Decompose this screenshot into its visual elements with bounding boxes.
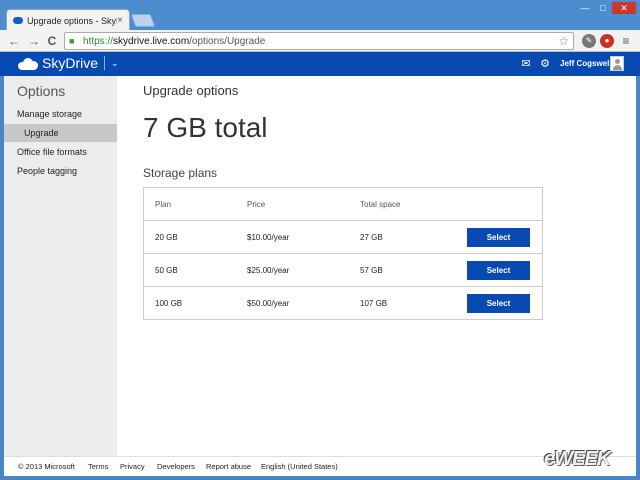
minimize-button[interactable]: — <box>577 2 593 14</box>
page-body: Options Manage storage Upgrade Office fi… <box>4 76 636 456</box>
sidebar-item-office-file-formats[interactable]: Office file formats <box>4 143 117 161</box>
brand-name: SkyDrive <box>42 55 99 71</box>
adblock-icon[interactable]: ● <box>600 34 614 48</box>
plan-size: 100 GB <box>155 299 183 308</box>
sidebar-item-upgrade[interactable]: Upgrade <box>4 124 117 142</box>
tab-title: Upgrade options - SkyDrive <box>27 15 117 26</box>
browser-chrome: Upgrade options - SkyDrive × — □ ✕ ← → C… <box>0 0 640 52</box>
select-plan-button[interactable]: Select <box>467 294 530 313</box>
messages-icon[interactable]: ✉ <box>519 57 533 71</box>
back-icon[interactable]: ← <box>6 33 22 49</box>
plan-price: $50.00/year <box>247 299 290 308</box>
footer-link-language[interactable]: English (United States) <box>261 462 338 471</box>
sidebar: Options Manage storage Upgrade Office fi… <box>4 76 117 456</box>
storage-plans-table: Plan Price Total space 20 GB $10.00/year… <box>143 187 543 320</box>
skydrive-cloud-icon <box>13 17 23 24</box>
brand-link[interactable]: SkyDrive ⌄ <box>18 55 119 71</box>
table-row: 20 GB $10.00/year 27 GB Select <box>144 221 542 254</box>
app-header: SkyDrive ⌄ ✉ ⚙ Jeff Cogswell <box>0 52 640 76</box>
footer-link-terms[interactable]: Terms <box>88 462 108 471</box>
select-plan-button[interactable]: Select <box>467 261 530 280</box>
plan-total-space: 57 GB <box>360 266 383 275</box>
gear-icon[interactable]: ⚙ <box>538 57 552 71</box>
plan-total-space: 107 GB <box>360 299 388 308</box>
close-window-button[interactable]: ✕ <box>612 2 636 14</box>
footer-link-report-abuse[interactable]: Report abuse <box>206 462 251 471</box>
column-header-plan: Plan <box>155 200 172 209</box>
plan-total-space: 27 GB <box>360 233 383 242</box>
extension-icon[interactable]: ✎ <box>582 34 596 48</box>
select-plan-button[interactable]: Select <box>467 228 530 247</box>
url-text: https://skydrive.live.com/options/Upgrad… <box>83 35 266 47</box>
address-bar[interactable]: ■ https://skydrive.live.com/options/Upgr… <box>64 32 574 50</box>
footer-link-developers[interactable]: Developers <box>157 462 195 471</box>
sidebar-title: Options <box>17 83 66 99</box>
sidebar-item-manage-storage[interactable]: Manage storage <box>4 105 117 123</box>
page-title: Upgrade options <box>143 83 239 98</box>
reload-icon[interactable]: C <box>44 33 60 49</box>
page-footer: © 2013 Microsoft Terms Privacy Developer… <box>4 456 636 476</box>
window-bottom-edge <box>0 476 640 480</box>
plans-heading: Storage plans <box>143 166 218 180</box>
chevron-down-icon[interactable]: ⌄ <box>111 58 119 69</box>
sidebar-item-people-tagging[interactable]: People tagging <box>4 162 117 180</box>
browser-menu-icon[interactable]: ≡ <box>618 33 634 49</box>
table-row: 100 GB $50.00/year 107 GB Select <box>144 287 542 320</box>
forward-icon[interactable]: → <box>26 33 42 49</box>
plan-size: 20 GB <box>155 233 178 242</box>
cloud-logo-icon <box>18 56 38 70</box>
plan-price: $10.00/year <box>247 233 290 242</box>
lock-icon: ■ <box>69 36 75 46</box>
brand-divider <box>104 56 106 70</box>
plan-size: 50 GB <box>155 266 178 275</box>
avatar[interactable] <box>610 56 624 71</box>
maximize-button[interactable]: □ <box>595 2 611 14</box>
storage-total: 7 GB total <box>143 112 268 143</box>
table-header-row: Plan Price Total space <box>144 188 542 221</box>
eweek-watermark-logo: eWEEK <box>544 448 611 470</box>
footer-copyright: © 2013 Microsoft <box>18 462 75 471</box>
table-row: 50 GB $25.00/year 57 GB Select <box>144 254 542 287</box>
tab-close-icon[interactable]: × <box>117 15 123 26</box>
plan-price: $25.00/year <box>247 266 290 275</box>
browser-toolbar: ← → C ■ https://skydrive.live.com/option… <box>0 30 640 52</box>
new-tab-button[interactable] <box>130 14 156 27</box>
column-header-price: Price <box>247 200 266 209</box>
footer-link-privacy[interactable]: Privacy <box>120 462 145 471</box>
bookmark-star-icon[interactable]: ☆ <box>558 34 569 48</box>
browser-tab[interactable]: Upgrade options - SkyDrive × <box>6 9 130 31</box>
user-name[interactable]: Jeff Cogswell <box>560 59 612 68</box>
column-header-total-space: Total space <box>360 200 401 209</box>
